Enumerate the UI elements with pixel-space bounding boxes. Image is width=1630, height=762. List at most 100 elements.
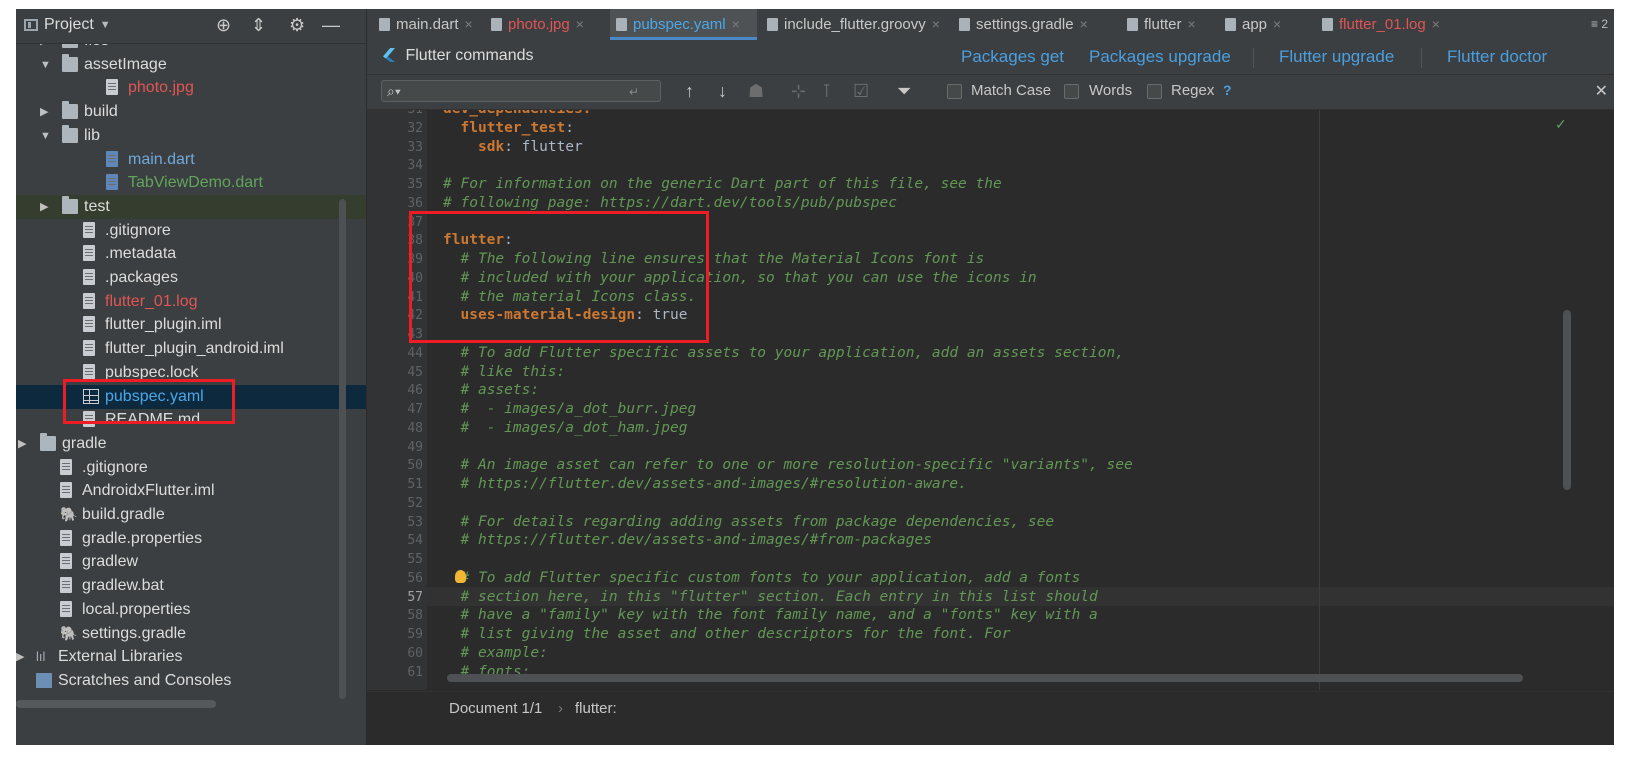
tab-list-menu[interactable]: ≡ 2 [1591,17,1608,31]
code-line[interactable]: # For details regarding adding assets fr… [461,513,1055,532]
tree-item[interactable]: 🐘 settings.gradle [16,622,366,646]
tree-item[interactable]: AndroidxFlutter.iml [16,479,366,503]
tree-item[interactable]: 🐘 build.gradle [16,503,366,527]
search-icon[interactable]: ⌕▾ [387,83,401,100]
tab-close-icon[interactable]: × [1080,16,1088,32]
gear-icon[interactable]: ⚙ [289,15,305,36]
code-line[interactable]: # example: [461,644,548,663]
code-line[interactable]: # have a "family" key with the font fami… [461,606,1098,625]
filter-icon[interactable]: ⏷ [897,81,911,102]
collapsed-arrow-icon[interactable]: ▶ [18,432,26,456]
tree-item[interactable]: flutter_plugin.iml [16,313,366,337]
packages-upgrade-link[interactable]: Packages upgrade [1089,47,1231,67]
tree-item[interactable]: gradlew.bat [16,574,366,598]
code-line[interactable]: # https://flutter.dev/assets-and-images/… [461,475,967,494]
project-window-icon [24,19,38,31]
tab-close-icon[interactable]: × [1432,16,1440,32]
tab-close-icon[interactable]: × [1188,16,1196,32]
regex-checkbox[interactable] [1147,84,1162,99]
editor-vertical-scrollbar[interactable] [1563,310,1571,490]
tab-close-icon[interactable]: × [576,16,584,32]
breadcrumb-path[interactable]: flutter: [575,700,617,717]
code-line[interactable]: # assets: [461,381,540,400]
tree-item[interactable]: photo.jpg [16,76,366,100]
code-line[interactable]: # following page: https://dart.dev/tools… [443,194,897,213]
select-all-occurrences-icon[interactable]: ☑ [853,81,869,102]
code-line[interactable]: # An image asset can refer to one or mor… [461,456,1133,475]
expanded-arrow-icon[interactable]: ▼ [40,124,51,148]
tree-item[interactable]: flutter_plugin_android.iml [16,337,366,361]
lightbulb-icon[interactable] [455,570,466,583]
remove-occurrence-icon[interactable]: ⊺ [822,81,831,102]
tab-close-icon[interactable]: × [932,16,940,32]
editor-tab[interactable]: settings.gradle × [953,9,1121,40]
collapse-all-icon[interactable]: ⇕ [251,15,266,36]
editor-tab[interactable]: main.dart × [373,9,485,40]
hide-panel-icon[interactable]: — [322,15,340,36]
flutter-doctor-link[interactable]: Flutter doctor [1447,47,1547,67]
tree-item[interactable]: main.dart [16,148,366,172]
code-line[interactable]: # section here, in this "flutter" sectio… [461,588,1098,607]
tree-item[interactable]: ▶ test [16,194,366,219]
code-line[interactable]: # like this: [461,363,566,382]
tree-item[interactable]: .packages [16,266,366,290]
code-line[interactable]: # To add Flutter specific custom fonts t… [461,569,1081,588]
tree-item[interactable]: .gitignore [16,456,366,480]
project-view-selector[interactable]: Project ▼ [24,16,111,34]
words-checkbox[interactable] [1064,84,1079,99]
project-horizontal-scrollbar[interactable] [16,700,216,708]
tree-item[interactable]: ▶ gradle [16,432,366,456]
find-all-icon[interactable]: ☗ [748,81,764,102]
packages-get-link[interactable]: Packages get [961,47,1064,67]
tree-item[interactable]: TabViewDemo.dart [16,171,366,195]
search-input[interactable] [381,80,661,102]
match-case-checkbox[interactable] [947,84,962,99]
tab-close-icon[interactable]: × [465,16,473,32]
next-occurrence-icon[interactable]: ↓ [718,81,727,102]
code-line[interactable]: # - images/a_dot_burr.jpeg [461,400,697,419]
code-line[interactable]: sdk: flutter [478,138,583,157]
tree-item[interactable]: .gitignore [16,219,366,243]
close-icon[interactable]: ✕ [1595,81,1608,101]
tree-item[interactable]: .metadata [16,242,366,266]
editor-tab[interactable]: flutter × [1121,9,1219,40]
code-line[interactable]: # https://flutter.dev/assets-and-images/… [461,531,932,550]
collapsed-arrow-icon[interactable]: ▶ [40,195,48,219]
tree-item[interactable]: Scratches and Consoles [16,669,366,693]
collapsed-arrow-icon[interactable]: ▶ [16,645,24,669]
regex-help-icon[interactable]: ? [1223,82,1232,98]
editor-tab[interactable]: app × [1219,9,1316,40]
code-line[interactable]: # - images/a_dot_ham.jpeg [461,419,688,438]
tree-item[interactable]: ▼ lib [16,124,366,148]
tree-item[interactable]: gradlew [16,550,366,574]
tree-item[interactable]: local.properties [16,598,366,622]
tab-close-icon[interactable]: × [732,16,740,32]
link-separator [1253,48,1254,68]
code-line[interactable]: # list giving the asset and other descri… [461,625,1011,644]
editor-tab[interactable]: include_flutter.groovy × [761,9,953,40]
code-line[interactable]: # For information on the generic Dart pa… [443,175,1002,194]
code-line[interactable]: flutter_test: [461,119,575,138]
editor-tab[interactable]: pubspec.yaml × [610,9,757,40]
editor-horizontal-scrollbar[interactable] [447,674,1523,682]
breadcrumb-document[interactable]: Document 1/1 [449,700,542,717]
locate-file-icon[interactable]: ⊕ [216,15,231,36]
code-editor[interactable]: 3132333435363738394041424344454647484950… [367,110,1614,690]
code-line[interactable]: # To add Flutter specific assets to your… [461,344,1124,363]
code-line[interactable]: dev_dependencies: [443,110,591,119]
collapsed-arrow-icon[interactable]: ▶ [40,100,48,124]
tree-item[interactable]: ▼ assetImage [16,53,366,77]
tree-item[interactable]: ▶ build [16,100,366,124]
flutter-upgrade-link[interactable]: Flutter upgrade [1279,47,1394,67]
tree-item[interactable]: flutter_01.log [16,290,366,314]
project-vertical-scrollbar[interactable] [339,199,346,699]
editor-tab[interactable]: flutter_01.log × [1316,9,1456,40]
add-occurrence-icon[interactable]: ⊹ [791,81,806,102]
tree-item[interactable]: gradle.properties [16,527,366,551]
tree-item[interactable]: ▶ lıl External Libraries [16,645,366,669]
expanded-arrow-icon[interactable]: ▼ [40,53,51,77]
editor-tab[interactable]: photo.jpg × [485,9,610,40]
inspection-ok-icon[interactable]: ✓ [1555,116,1567,133]
tab-close-icon[interactable]: × [1273,16,1281,32]
previous-occurrence-icon[interactable]: ↑ [685,81,694,102]
